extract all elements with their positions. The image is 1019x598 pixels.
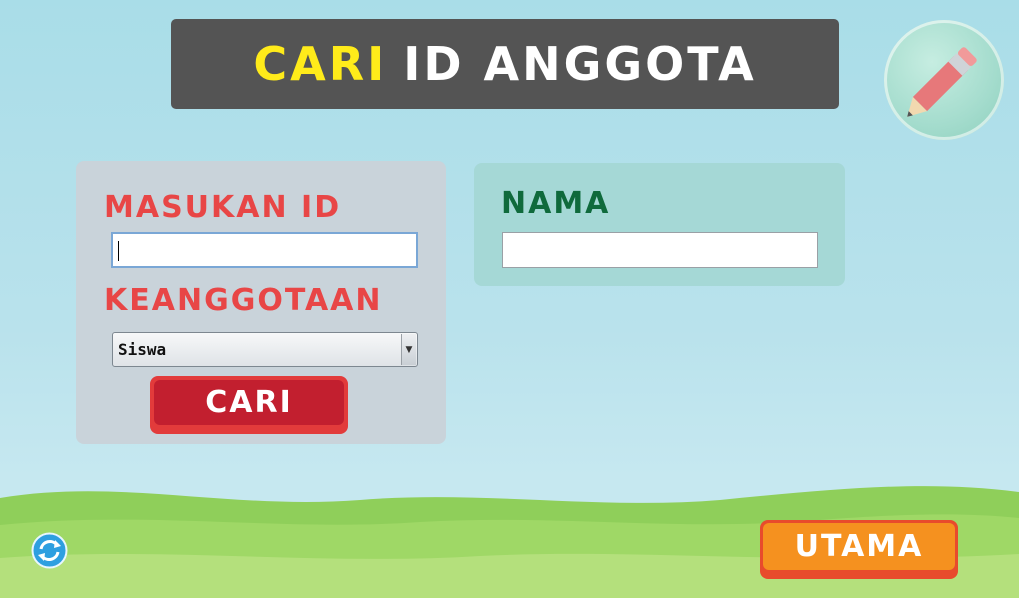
member-id-label: MASUKAN ID	[104, 190, 342, 225]
member-id-input[interactable]	[111, 232, 418, 268]
edit-button[interactable]	[884, 20, 1004, 140]
main-menu-button[interactable]: UTAMA	[760, 520, 958, 579]
title-highlight: CARI	[253, 37, 388, 91]
membership-selected-value: Siswa	[118, 340, 167, 359]
pencil-icon	[907, 47, 977, 117]
refresh-icon[interactable]	[31, 532, 68, 569]
name-field[interactable]	[502, 232, 818, 268]
page-title-banner: CARI ID ANGGOTA	[171, 19, 839, 109]
main-menu-button-label: UTAMA	[763, 523, 955, 570]
name-label: NAMA	[501, 186, 611, 221]
title-rest: ID ANGGOTA	[403, 37, 757, 91]
text-caret	[118, 241, 119, 261]
membership-label: KEANGGOTAAN	[104, 283, 383, 318]
search-button[interactable]: CARI	[150, 376, 348, 434]
membership-select[interactable]: Siswa ▼	[112, 332, 418, 367]
chevron-down-icon[interactable]: ▼	[401, 334, 416, 365]
search-button-label: CARI	[154, 380, 344, 425]
